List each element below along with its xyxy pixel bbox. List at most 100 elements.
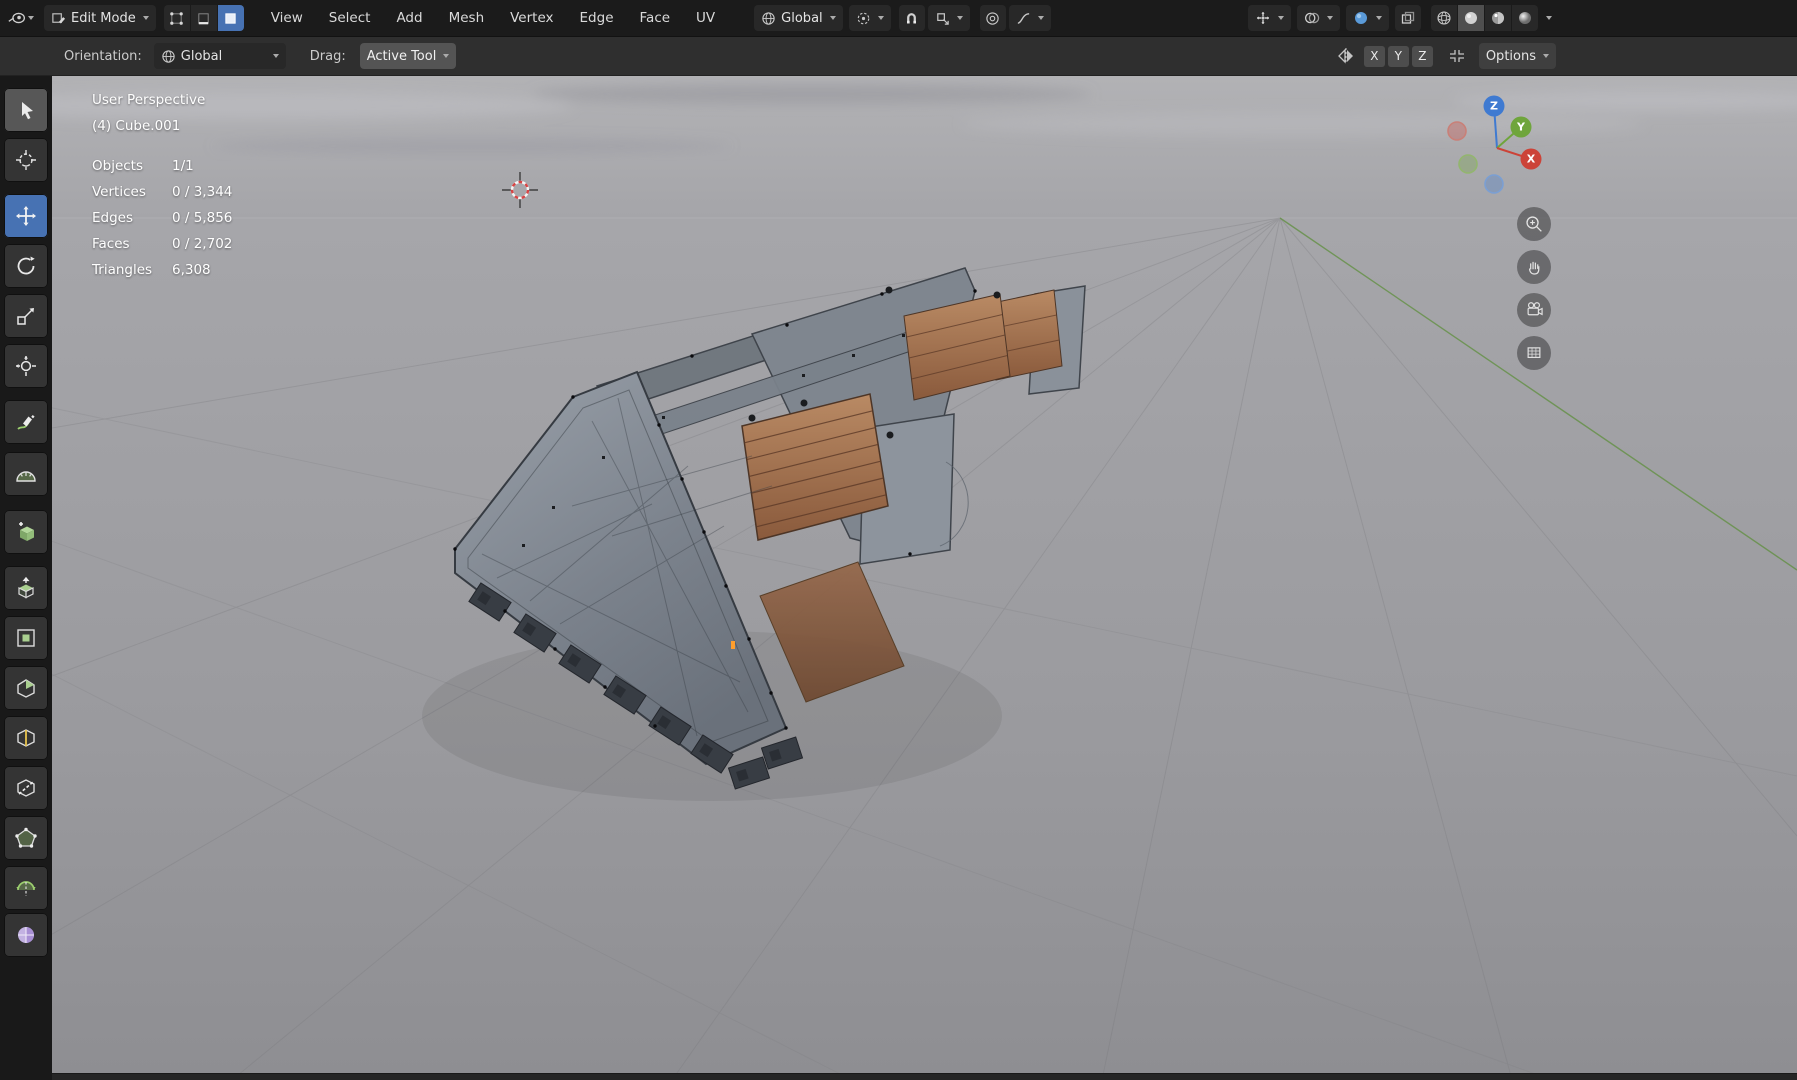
mirror-y-button[interactable]: Y — [1388, 46, 1409, 67]
mode-dropdown[interactable]: Edit Mode — [44, 5, 156, 31]
menubar: View Select Add Mesh Vertex Edge Face UV — [262, 6, 724, 30]
camera-view-button[interactable] — [1517, 293, 1551, 327]
menu-mesh[interactable]: Mesh — [440, 6, 494, 30]
orientation-label: Global — [781, 11, 822, 26]
navigation-gizmo[interactable]: Z Y X — [1440, 90, 1556, 206]
gizmo-z-label: Z — [1490, 100, 1498, 113]
snap-target-dropdown[interactable] — [928, 5, 970, 31]
stat-triangles: Triangles6,308 — [92, 257, 232, 283]
edge-select-icon — [196, 11, 211, 26]
show-gizmo-dropdown[interactable] — [1248, 5, 1291, 31]
transform-orientation-dropdown[interactable]: Global — [754, 5, 842, 31]
stat-objects: Objects1/1 — [92, 153, 232, 179]
object-name: (4) Cube.001 — [92, 113, 205, 139]
move-icon — [14, 204, 38, 228]
orientation-value: Global — [181, 49, 266, 64]
mirror-x-button[interactable]: X — [1364, 46, 1385, 67]
falloff-dropdown[interactable] — [1009, 5, 1051, 31]
menu-uv[interactable]: UV — [687, 6, 724, 30]
tool-extrude-region[interactable] — [4, 566, 48, 610]
menu-view[interactable]: View — [262, 6, 312, 30]
orientation-field-label: Orientation: — [64, 49, 142, 64]
toggle-xray-button[interactable] — [1395, 5, 1421, 31]
drag-value: Active Tool — [367, 49, 437, 64]
camera-icon — [1523, 299, 1545, 321]
tool-measure[interactable] — [4, 452, 48, 496]
tool-annotate[interactable] — [4, 400, 48, 444]
viewport-3d[interactable]: User Perspective (4) Cube.001 Objects1/1… — [52, 76, 1797, 1080]
falloff-curve-icon — [1016, 11, 1031, 26]
menu-add[interactable]: Add — [387, 6, 431, 30]
menu-face[interactable]: Face — [631, 6, 680, 30]
scale-icon — [14, 304, 38, 328]
tool-rotate[interactable] — [4, 244, 48, 288]
snap-small-icon[interactable] — [1447, 47, 1467, 65]
active-vertex-marker — [731, 641, 735, 649]
drag-value-dropdown[interactable]: Active Tool — [360, 43, 457, 69]
mirror-z-button[interactable]: Z — [1412, 46, 1433, 67]
mirror-icon[interactable] — [1336, 47, 1356, 65]
viewport-nav-buttons — [1517, 207, 1551, 379]
tool-smooth[interactable] — [4, 913, 48, 957]
annotate-pen-icon — [14, 410, 38, 434]
top-header: Edit Mode View Select Add Mesh Vert — [0, 0, 1797, 37]
tool-transform[interactable] — [4, 344, 48, 388]
shading-solid-button[interactable] — [1458, 5, 1484, 31]
tool-add-cube[interactable] — [4, 510, 48, 554]
menu-vertex[interactable]: Vertex — [501, 6, 562, 30]
statistics-overlay: Objects1/1 Vertices0 / 3,344 Edges0 / 5,… — [92, 153, 232, 283]
spin-icon — [14, 876, 38, 900]
show-overlays-dropdown[interactable] — [1297, 5, 1340, 31]
pivot-icon — [856, 11, 871, 26]
pan-hand-icon — [1523, 256, 1545, 278]
tool-scale[interactable] — [4, 294, 48, 338]
rendered-sphere-icon — [1517, 10, 1533, 26]
blender-logo-button[interactable] — [8, 5, 34, 31]
rotate-icon — [14, 254, 38, 278]
options-label: Options — [1486, 49, 1536, 64]
options-dropdown[interactable]: Options — [1479, 43, 1556, 69]
tool-inset-faces[interactable] — [4, 616, 48, 660]
gizmo-x-label: X — [1527, 153, 1536, 166]
shading-preview-icon — [1353, 10, 1369, 26]
proportional-edit-button[interactable] — [980, 5, 1006, 31]
gizmo-z-neg[interactable] — [1485, 175, 1503, 193]
extrude-icon — [14, 576, 38, 600]
tool-poly-build[interactable] — [4, 816, 48, 860]
smooth-icon — [14, 923, 38, 947]
stat-edges: Edges0 / 5,856 — [92, 205, 232, 231]
orientation-value-dropdown[interactable]: Global — [154, 43, 286, 69]
tool-loop-cut[interactable] — [4, 716, 48, 760]
material-sphere-icon — [1490, 10, 1506, 26]
tool-move[interactable] — [4, 194, 48, 238]
tool-cursor[interactable] — [4, 138, 48, 182]
knife-icon — [14, 776, 38, 800]
snap-toggle-button[interactable] — [899, 5, 925, 31]
tool-bevel[interactable] — [4, 666, 48, 710]
bevel-icon — [14, 676, 38, 700]
toggle-ortho-button[interactable] — [1517, 336, 1551, 370]
menu-edge[interactable]: Edge — [571, 6, 623, 30]
tool-tweak[interactable] — [4, 88, 48, 132]
tool-knife[interactable] — [4, 766, 48, 810]
vertex-select-button[interactable] — [164, 5, 190, 31]
shading-material-button[interactable] — [1485, 5, 1511, 31]
menu-select[interactable]: Select — [320, 6, 380, 30]
pan-button[interactable] — [1517, 250, 1551, 284]
zoom-button[interactable] — [1517, 207, 1551, 241]
gizmo-x-neg[interactable] — [1448, 122, 1466, 140]
view-label: User Perspective — [92, 87, 205, 113]
edge-select-button[interactable] — [191, 5, 217, 31]
shading-dropdown-chevron[interactable] — [1546, 16, 1552, 20]
gizmo-y-neg[interactable] — [1459, 155, 1477, 173]
pivot-point-dropdown[interactable] — [849, 5, 891, 31]
tool-spin[interactable] — [4, 866, 48, 910]
face-select-button[interactable] — [218, 5, 244, 31]
editmode-icon — [51, 11, 66, 26]
transform-icon — [14, 354, 38, 378]
toolbar — [0, 76, 52, 1080]
shading-wireframe-button[interactable] — [1431, 5, 1457, 31]
shading-rendered-button[interactable] — [1512, 5, 1538, 31]
show-overlays-icon — [1304, 10, 1320, 26]
shading-preview-dropdown[interactable] — [1346, 5, 1389, 31]
